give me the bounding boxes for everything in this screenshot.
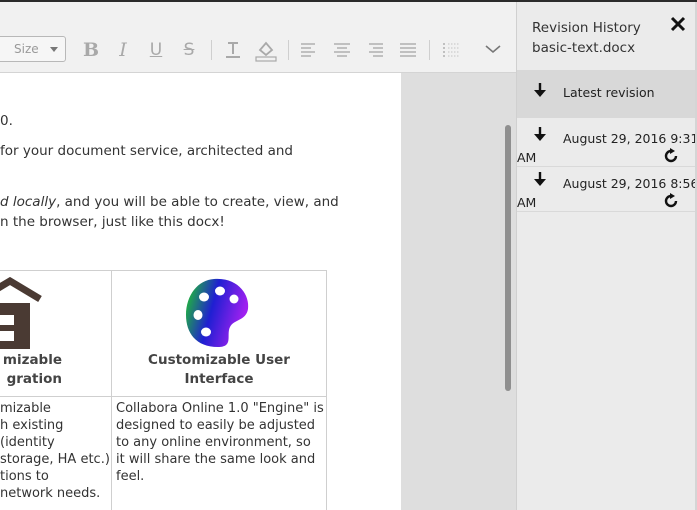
page-gutter: [401, 73, 516, 510]
revision-item[interactable]: August 29, 2016 8:56 AM: [517, 167, 697, 212]
close-icon[interactable]: [668, 14, 688, 34]
doc-line-4: n the browser, just like this docx!: [0, 214, 225, 230]
italic-icon: I: [119, 39, 127, 61]
revision-time-suffix: AM: [517, 195, 537, 210]
cell-line: storage, HA etc.): [0, 452, 110, 467]
paint-bucket-icon: [255, 41, 277, 62]
restore-icon[interactable]: [663, 193, 679, 209]
align-left-icon: [301, 43, 315, 57]
strikethrough-icon: S: [183, 40, 195, 60]
table-cell-integration: mizable h existing (identity storage, HA…: [0, 400, 110, 502]
restore-icon[interactable]: [663, 148, 679, 164]
panel-title: Revision History: [532, 20, 641, 36]
table-column-divider: [111, 271, 112, 510]
align-right-button[interactable]: [363, 38, 387, 62]
caret-down-icon: [50, 47, 58, 52]
arrow-down-icon: [534, 127, 546, 141]
strikethrough-button[interactable]: S: [177, 38, 201, 62]
revision-time-suffix: AM: [517, 150, 537, 165]
list-icon: [443, 43, 459, 57]
formatting-toolbar: Size B I U S: [0, 2, 516, 73]
doc-line-2: for your document service, architected a…: [0, 143, 293, 159]
cell-line: network needs.: [0, 486, 101, 501]
header-line: Interface: [184, 371, 254, 387]
font-size-select[interactable]: Size: [0, 36, 66, 62]
arrow-down-icon: [534, 172, 546, 186]
vertical-scrollbar-thumb[interactable]: [505, 125, 511, 391]
cell-line: Collabora Online 1.0 "Engine" is: [116, 401, 324, 416]
align-right-icon: [369, 43, 383, 57]
revision-date: August 29, 2016 9:31: [563, 131, 697, 146]
chevron-down-icon[interactable]: [484, 42, 502, 56]
toolbar-separator: [429, 40, 430, 60]
justify-icon: [400, 43, 416, 57]
underline-button[interactable]: U: [144, 38, 168, 62]
align-left-button[interactable]: [297, 38, 321, 62]
document-table: mizable gration Customizable User Interf…: [0, 270, 327, 510]
header-line: gration: [6, 371, 62, 387]
table-row-divider: [0, 396, 326, 397]
cell-line: to any online environment, so: [116, 435, 311, 450]
doc-line-3: d locally, and you will be able to creat…: [0, 194, 339, 210]
align-center-button[interactable]: [330, 38, 354, 62]
cell-line: (identity: [0, 435, 55, 450]
toolbar-separator: [288, 40, 289, 60]
revision-item-latest[interactable]: Latest revision: [517, 70, 697, 118]
doc-line-3-italic: d locally: [0, 194, 57, 210]
palette-icon: [186, 278, 249, 347]
justify-button[interactable]: [396, 38, 420, 62]
document-viewport: 0. for your document service, architecte…: [0, 73, 516, 510]
cell-line: designed to easily be adjusted: [116, 418, 316, 433]
cell-line: feel.: [116, 469, 145, 484]
revision-label: Latest revision: [563, 85, 655, 100]
bold-button[interactable]: B: [79, 38, 103, 62]
doc-line-1: 0.: [0, 113, 13, 129]
panel-filename: basic-text.docx: [532, 40, 636, 56]
cell-line: mizable: [0, 401, 51, 416]
cell-line: h existing: [0, 418, 64, 433]
toolbar-separator: [211, 40, 212, 60]
highlight-button[interactable]: [254, 38, 278, 62]
italic-button[interactable]: I: [111, 38, 135, 62]
revision-history-panel: Revision History basic-text.docx Latest …: [516, 2, 697, 510]
font-color-button[interactable]: [221, 38, 245, 62]
revision-item[interactable]: August 29, 2016 9:31 AM: [517, 122, 697, 167]
header-line: Customizable User: [148, 352, 290, 368]
table-cell-customizable-ui: Collabora Online 1.0 "Engine" is designe…: [116, 400, 326, 485]
align-center-icon: [334, 43, 350, 57]
table-header-integration: mizable gration: [0, 351, 62, 389]
cell-line: tions to: [0, 469, 49, 484]
revision-date: August 29, 2016 8:56: [563, 176, 697, 191]
underline-icon: U: [149, 40, 163, 60]
font-size-placeholder: Size: [14, 42, 39, 56]
arrow-down-icon: [534, 83, 546, 97]
document-page: 0. for your document service, architecte…: [0, 73, 401, 510]
header-line: mizable: [2, 352, 62, 368]
numbered-list-button[interactable]: [439, 38, 463, 62]
cell-line: it will share the same look and: [116, 452, 316, 467]
doc-line-3-rest: , and you will be able to create, view, …: [56, 194, 339, 210]
house-icon: [0, 277, 42, 349]
bold-icon: B: [82, 39, 100, 61]
table-header-customizable-ui: Customizable User Interface: [112, 351, 326, 389]
text-color-icon: [226, 42, 240, 58]
